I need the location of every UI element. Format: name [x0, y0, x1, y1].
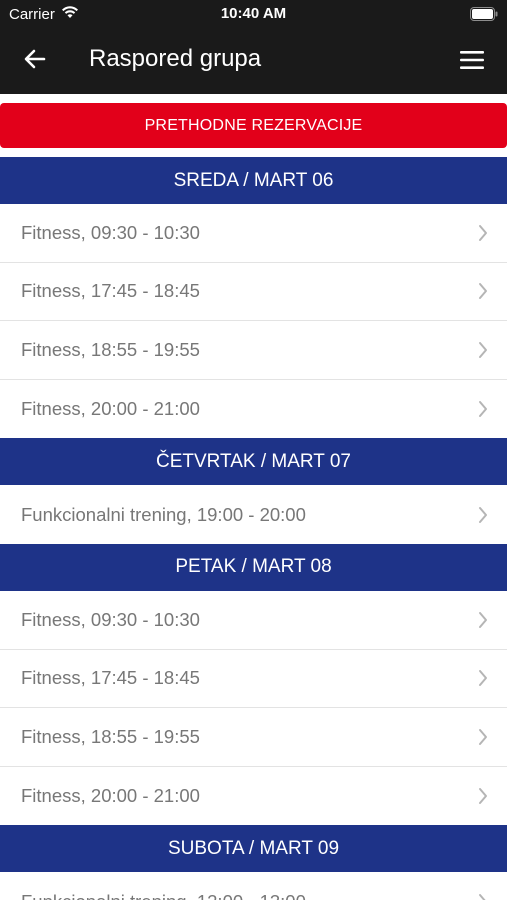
chevron-right-icon: [479, 401, 487, 418]
back-button[interactable]: [20, 44, 50, 74]
session-label: Fitness, 17:45 - 18:45: [21, 280, 200, 302]
top-bar: Carrier 10:40 AM Raspored grupa: [0, 0, 507, 94]
session-row[interactable]: Fitness, 20:00 - 21:00: [0, 379, 507, 439]
session-row[interactable]: Fitness, 18:55 - 19:55: [0, 321, 507, 380]
session-label: Fitness, 09:30 - 10:30: [21, 221, 200, 243]
session-row[interactable]: Fitness, 09:30 - 10:30: [0, 590, 507, 650]
page-title: Raspored grupa: [89, 45, 262, 72]
menu-button[interactable]: [457, 45, 487, 75]
chevron-right-icon: [479, 506, 487, 523]
day-header: ČETVRTAK / MART 07: [0, 438, 507, 486]
chevron-right-icon: [479, 341, 487, 358]
arrow-left-icon: [24, 49, 46, 69]
session-row[interactable]: Funkcionalni trening, 12:00 - 13:00: [0, 872, 507, 900]
session-label: Fitness, 18:55 - 19:55: [21, 725, 200, 747]
session-label: Fitness, 09:30 - 10:30: [21, 608, 200, 630]
chevron-right-icon: [479, 670, 487, 687]
chevron-right-icon: [479, 788, 487, 805]
session-row[interactable]: Fitness, 18:55 - 19:55: [0, 708, 507, 767]
session-row[interactable]: Fitness, 09:30 - 10:30: [0, 204, 507, 263]
day-header: PETAK / MART 08: [0, 543, 507, 591]
navigation-bar: Raspored grupa: [0, 28, 507, 94]
chevron-right-icon: [479, 728, 487, 745]
session-label: Funkcionalni trening, 12:00 - 13:00: [21, 891, 477, 900]
previous-reservations-button[interactable]: PRETHODNE REZERVACIJE: [0, 103, 507, 148]
status-bar: Carrier 10:40 AM: [0, 0, 507, 28]
session-label: Fitness, 17:45 - 18:45: [21, 667, 200, 689]
session-row[interactable]: Fitness, 17:45 - 18:45: [0, 649, 507, 709]
session-label: Fitness, 20:00 - 21:00: [21, 398, 200, 420]
chevron-right-icon: [479, 611, 487, 628]
session-label: Fitness, 18:55 - 19:55: [21, 338, 200, 360]
session-label: Funkcionalni trening, 19:00 - 20:00: [21, 503, 306, 525]
chevron-right-icon: [479, 224, 487, 241]
session-label: Fitness, 20:00 - 21:00: [21, 785, 200, 807]
status-time: 10:40 AM: [220, 5, 287, 22]
schedule-list: SREDA / MART 06 Fitness, 09:30 - 10:30 Fit…: [0, 157, 507, 900]
chevron-right-icon: [479, 893, 486, 900]
session-row[interactable]: Fitness, 17:45 - 18:45: [0, 262, 507, 322]
day-header: SUBOTA / MART 09: [0, 825, 507, 873]
chevron-right-icon: [479, 283, 487, 300]
hamburger-menu-icon: [460, 51, 484, 69]
session-row[interactable]: Funkcionalni trening, 19:00 - 20:00: [0, 485, 507, 544]
day-header: SREDA / MART 06: [0, 157, 507, 204]
battery-icon: [470, 7, 498, 21]
session-row[interactable]: Fitness, 20:00 - 21:00: [0, 766, 507, 826]
